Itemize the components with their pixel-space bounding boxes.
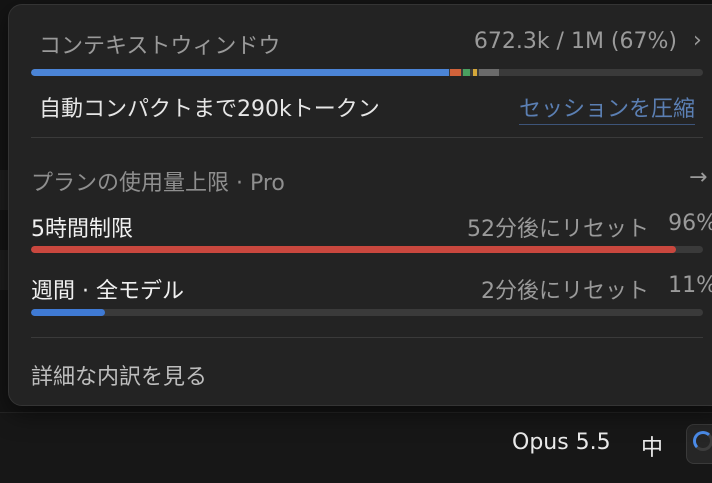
context-window-usage: 672.3k / 1M (67%) [473,29,677,54]
context-segment-memory [463,69,471,76]
background-fragment [0,170,8,210]
autocompact-text: 自動コンパクトまで290kトークン [39,97,380,122]
context-segment-messages [31,69,449,76]
context-segment-tools [450,69,462,76]
five-hour-limit-fill [31,246,677,253]
weekly-limit-percent: 11% [668,273,712,298]
usage-popover: コンテキストウィンドウ 672.3k / 1M (67%) › 自動コンパクトま… [8,4,712,406]
weekly-limit-reset: 2分後にリセット [481,279,649,304]
background-fragment [0,250,8,290]
five-hour-limit-percent: 96% [668,211,712,236]
context-window-title: コンテキストウィンドウ [39,34,281,59]
usage-indicator-button[interactable] [686,424,712,464]
five-hour-limit-label: 5時間制限 [31,217,133,242]
model-selector[interactable]: Opus 5.5 [512,430,611,455]
context-segment-system [472,69,477,76]
effort-selector[interactable]: 中 [641,430,663,462]
progress-ring-icon [693,431,712,451]
context-window-bar [31,69,703,76]
compact-session-link[interactable]: セッションを圧縮 [519,91,696,125]
plan-usage-title: プランの使用量上限 · Pro [31,171,285,196]
arrow-right-icon[interactable]: → [689,165,707,190]
view-details-link[interactable]: 詳細な内訳を見る [31,359,207,391]
divider [31,137,703,138]
weekly-limit-label: 週間 · 全モデル [31,279,184,304]
five-hour-limit-reset: 52分後にリセット [467,217,649,242]
weekly-limit-fill [31,309,105,316]
context-segment-reserved [478,69,499,76]
five-hour-limit-bar [31,246,703,253]
divider [31,337,703,338]
weekly-limit-bar [31,309,703,316]
chevron-right-icon[interactable]: › [693,28,702,53]
